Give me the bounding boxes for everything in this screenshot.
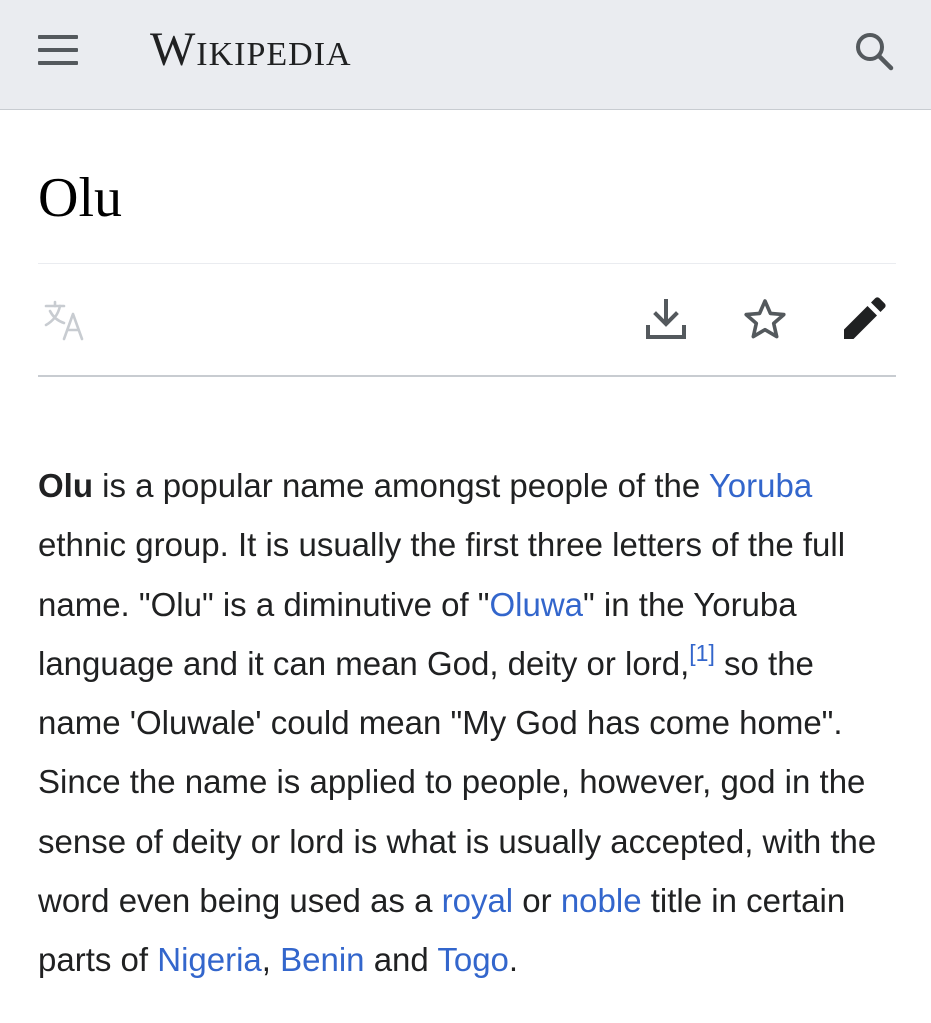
article-text: .	[508, 941, 519, 979]
article-paragraph: Olu is a popular name amongst people of …	[38, 456, 896, 990]
link-royal[interactable]: royal	[442, 882, 514, 919]
title-divider	[38, 263, 896, 264]
link-benin[interactable]: Benin	[280, 941, 364, 978]
top-header-bar: Wikipedia	[0, 0, 931, 110]
article-text: or	[513, 882, 561, 920]
article-text: and	[364, 941, 438, 979]
actions-divider	[38, 375, 896, 377]
hamburger-menu-icon[interactable]	[38, 33, 78, 65]
article-text: ,	[261, 941, 281, 979]
wikipedia-wordmark[interactable]: Wikipedia	[150, 22, 352, 78]
article-text: is a popular name amongst people of the	[93, 467, 709, 504]
link-oluwa[interactable]: Oluwa	[490, 586, 584, 623]
link-noble[interactable]: noble	[561, 882, 642, 919]
reference-link-1[interactable]: [1]	[689, 640, 715, 666]
translate-icon[interactable]	[40, 295, 88, 343]
article-subject-bold: Olu	[38, 467, 93, 504]
search-icon[interactable]	[850, 27, 898, 75]
star-outline-icon[interactable]	[741, 295, 789, 343]
link-togo[interactable]: Togo	[437, 941, 509, 978]
link-yoruba[interactable]: Yoruba	[709, 467, 812, 504]
download-icon[interactable]	[642, 295, 690, 343]
pencil-icon[interactable]	[840, 295, 888, 343]
link-nigeria[interactable]: Nigeria	[157, 941, 262, 978]
article-text: so the name 'Oluwale' could mean "My God…	[38, 644, 877, 920]
page-title: Olu	[38, 167, 122, 229]
